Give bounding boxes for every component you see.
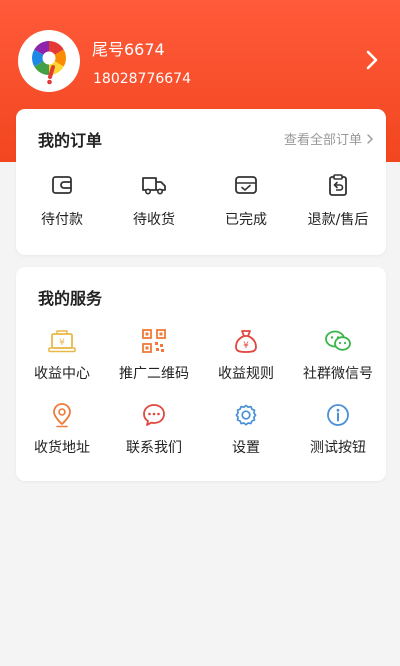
- user-name: 尾号6674: [92, 40, 165, 59]
- chevron-right-icon: [367, 133, 373, 144]
- services-title: 我的服务: [38, 289, 103, 308]
- service-settings[interactable]: 设置: [200, 401, 292, 457]
- order-item-label: 待付款: [41, 212, 83, 228]
- service-promo-qrcode[interactable]: 推广二维码: [108, 327, 200, 383]
- service-test-button[interactable]: 测试按钮: [292, 401, 384, 457]
- app-logo-icon: [32, 41, 66, 85]
- service-item-label: 收益中心: [34, 366, 90, 382]
- user-phone: 18028776674: [93, 71, 191, 87]
- wallet-icon: [52, 176, 72, 194]
- location-pin-icon: [53, 403, 71, 428]
- orders-card: 我的订单 查看全部订单 待付款 待收货 已完成 退款/售后: [16, 109, 386, 255]
- service-community-wechat[interactable]: 社群微信号: [292, 327, 384, 383]
- clipboard-return-icon: [329, 174, 347, 196]
- service-item-label: 社群微信号: [303, 366, 373, 382]
- orders-title: 我的订单: [38, 131, 103, 150]
- view-all-orders-label: 查看全部订单: [283, 133, 362, 148]
- service-item-label: 联系我们: [126, 440, 182, 456]
- view-all-orders-link[interactable]: 查看全部订单: [284, 129, 374, 148]
- svg-text:¥: ¥: [59, 338, 65, 348]
- inbox-check-icon: [235, 176, 257, 194]
- service-item-label: 推广二维码: [119, 366, 189, 382]
- chevron-right-icon[interactable]: [362, 48, 382, 72]
- avatar[interactable]: [18, 30, 80, 92]
- order-item-label: 已完成: [225, 212, 267, 228]
- truck-icon: [142, 177, 166, 195]
- services-card: 我的服务 ¥ 收益中心 推广二维码 ¥ 收益规则 社群微信号 收货地址 联系我们…: [16, 267, 386, 481]
- qr-code-icon: [142, 329, 166, 353]
- service-item-label: 收货地址: [34, 440, 90, 456]
- chat-bubble-icon: [143, 404, 165, 426]
- order-completed[interactable]: 已完成: [200, 171, 292, 229]
- service-earnings-center[interactable]: ¥ 收益中心: [16, 327, 108, 383]
- order-item-label: 待收货: [133, 212, 175, 228]
- order-refund-aftersales[interactable]: 退款/售后: [292, 171, 384, 229]
- order-item-label: 退款/售后: [307, 212, 369, 228]
- order-pending-payment[interactable]: 待付款: [16, 171, 108, 229]
- service-shipping-address[interactable]: 收货地址: [16, 401, 108, 457]
- money-bag-icon: ¥: [235, 330, 257, 353]
- service-item-label: 测试按钮: [310, 440, 366, 456]
- gear-icon: [235, 404, 257, 426]
- info-icon: [327, 404, 349, 426]
- service-item-label: 设置: [232, 440, 260, 456]
- order-pending-receipt[interactable]: 待收货: [108, 171, 200, 229]
- svg-text:¥: ¥: [243, 341, 249, 351]
- service-item-label: 收益规则: [218, 366, 274, 382]
- earnings-center-icon: ¥: [48, 330, 76, 353]
- wechat-icon: [325, 330, 351, 351]
- service-earnings-rules[interactable]: ¥ 收益规则: [200, 327, 292, 383]
- service-contact-us[interactable]: 联系我们: [108, 401, 200, 457]
